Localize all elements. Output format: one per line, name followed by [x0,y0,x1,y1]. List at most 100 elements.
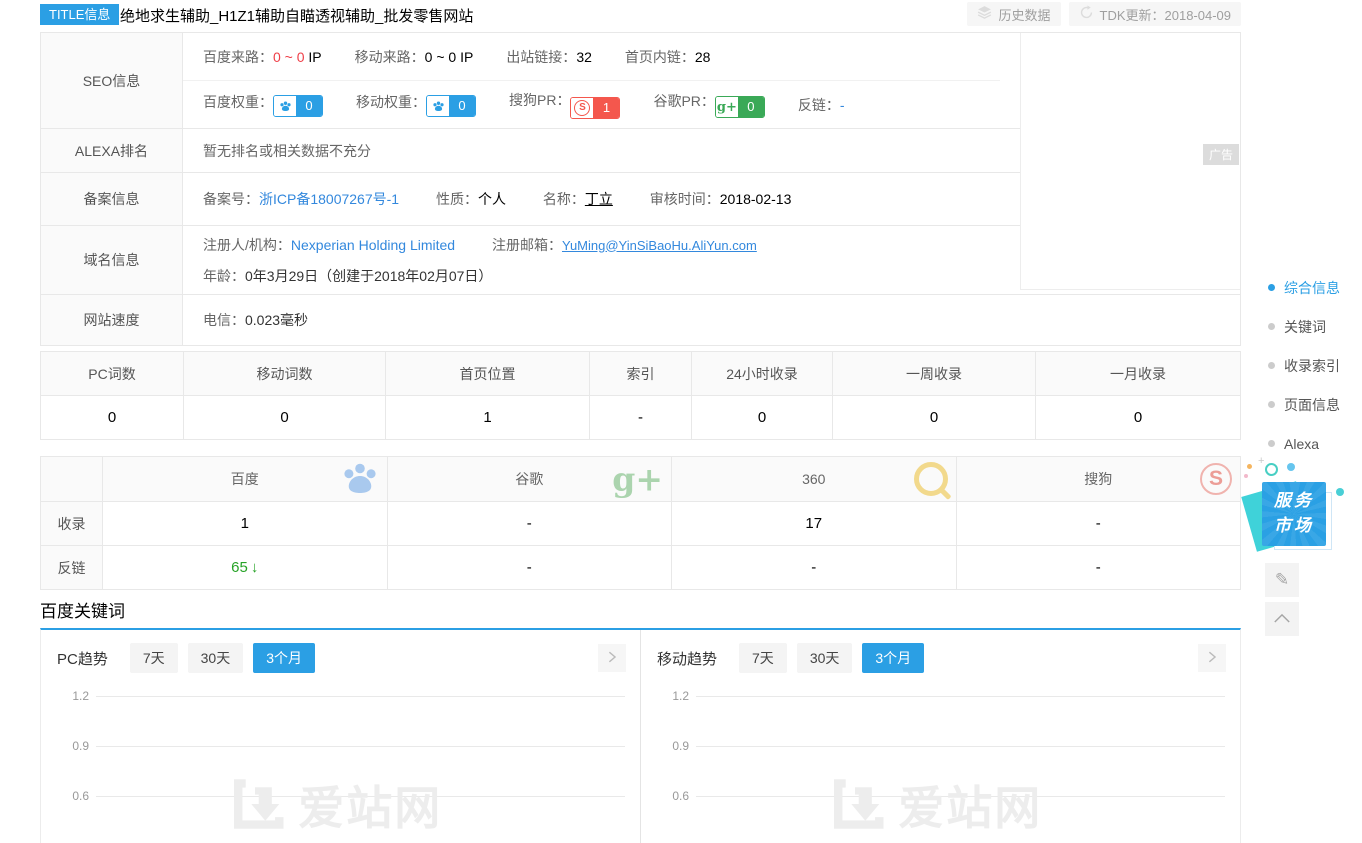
keyword-stats-table: PC词数 移动词数 首页位置 索引 24小时收录 一周收录 一月收录 0 0 1… [40,351,1241,440]
baidu-weight[interactable]: 百度权重：0 [203,92,323,117]
aizhan-logo-icon [230,776,286,835]
stats-val-week: 0 [833,396,1036,439]
nav-item-label: 关键词 [1284,317,1326,337]
outbound-links: 出站链接：32 [506,47,592,67]
service-market-badge[interactable]: 服务 市场 [1262,482,1326,546]
nav-item-page-info[interactable]: 页面信息 [1268,394,1340,415]
row-label-icp: 备案信息 [41,173,183,225]
mobile-period-30d-button[interactable]: 30天 [797,643,853,673]
mobile-period-3m-button[interactable]: 3个月 [862,643,924,673]
nav-item-alexa[interactable]: Alexa [1268,433,1340,454]
register-email[interactable]: 注册邮箱：YuMing@YinSiBaoHu.AliYun.com [492,237,757,253]
pc-trend-next-button[interactable] [598,644,626,672]
search-engine-table: 百度 谷歌 g+ 360 搜狗 S 收录 1 - 17 - 反链 65 ↓ - [40,456,1241,590]
registrant[interactable]: 注册人/机构：Nexperian Holding Limited [203,237,455,253]
service-market-widget[interactable]: + 服务 市场 [1244,455,1356,565]
decor-dot-icon [1247,464,1252,469]
speed-text: 电信：0.023毫秒 [203,310,1240,330]
bullet-dot-icon [1268,323,1275,330]
stats-val-home-position: 1 [386,396,590,439]
pc-trend-title: PC趋势 [57,648,108,669]
stats-val-index: - [590,396,692,439]
register-email-link[interactable]: YuMing@YinSiBaoHu.AliYun.com [562,238,757,253]
baidu-index-value[interactable]: 1 [103,502,388,545]
stats-val-24h: 0 [692,396,833,439]
stats-val-mobile-words: 0 [184,396,386,439]
google-plus-icon: g+ [716,97,738,117]
mobile-period-7d-button[interactable]: 7天 [739,643,787,673]
pc-ytick-2: 0.9 [49,739,89,753]
sogou-s-icon: S [1200,463,1232,495]
bullet-dot-icon [1268,401,1275,408]
baidu-paw-icon [341,460,379,499]
google-pr-badge: g+0 [715,96,765,118]
baidu-paw-icon [274,96,296,116]
engine-backlink-row: 反链 65 ↓ - - - [41,546,1240,589]
mobile-ytick-1: 1.2 [649,689,689,703]
stats-col-week: 一周收录 [833,352,1036,395]
stats-col-24h: 24小时收录 [692,352,833,395]
google-plus-icon: g+ [612,463,663,496]
nav-item-index[interactable]: 收录索引 [1268,355,1340,376]
trend-charts: PC趋势 7天 30天 3个月 1.2 0.9 0.6 爱站网 移动趋势 7天 … [40,628,1241,843]
icp-audit-time: 审核时间：2018-02-13 [650,191,792,207]
backlink-row-label: 反链 [41,546,103,589]
mobile-weight[interactable]: 移动权重：0 [356,92,476,117]
icp-name[interactable]: 名称：丁立 [543,191,613,207]
stats-col-mobile-words: 移动词数 [184,352,386,395]
row-label-speed: 网站速度 [41,295,183,345]
domain-age: 年龄：0年3月29日（创建于2018年02月07日） [203,261,1000,291]
baidu-keywords-heading: 百度关键词 [40,597,125,622]
service-badge-line2: 市场 [1274,514,1314,539]
section-nav: 综合信息 关键词 收录索引 页面信息 Alexa [1268,277,1340,472]
decor-dot-icon [1244,474,1248,478]
index-row-label: 收录 [41,502,103,545]
service-badge-line1: 服务 [1274,489,1314,514]
icp-number-link[interactable]: 浙ICP备18007267号-1 [259,191,399,207]
speed-content: 电信：0.023毫秒 [183,295,1240,345]
nav-item-label: 收录索引 [1284,356,1340,376]
row-label-alexa: ALEXA排名 [41,129,183,172]
google-pr[interactable]: 谷歌PR：g+0 [653,91,764,119]
pc-period-3m-button[interactable]: 3个月 [253,643,315,673]
stats-header-row: PC词数 移动词数 首页位置 索引 24小时收录 一周收录 一月收录 [41,352,1240,396]
360-index-value[interactable]: 17 [672,502,957,545]
decor-plus-icon: + [1258,455,1264,467]
row-speed: 网站速度 电信：0.023毫秒 [41,295,1240,345]
360-backlink-value: - [672,546,957,589]
ad-placeholder: 广告 [1020,33,1240,290]
history-data-button[interactable]: 历史数据 [967,2,1060,26]
gridline [696,696,1225,697]
pc-period-30d-button[interactable]: 30天 [188,643,244,673]
seo-backlinks: 反链：- [798,95,845,115]
baidu-backlink-value[interactable]: 65 ↓ [103,546,388,589]
tdk-update-button[interactable]: TDK更新：2018-04-09 [1069,2,1242,26]
mobile-trend-panel: 移动趋势 7天 30天 3个月 1.2 0.9 0.6 爱站网 [641,630,1240,843]
page-title: 绝地求生辅助_H1Z1辅助自瞄透视辅助_批发零售网站 [120,5,473,26]
bullet-dot-icon [1268,362,1275,369]
stats-col-index: 索引 [590,352,692,395]
down-arrow-icon: ↓ [251,559,259,576]
mobile-trend-next-button[interactable] [1198,644,1226,672]
pc-period-7d-button[interactable]: 7天 [130,643,178,673]
homepage-inlinks: 首页内链：28 [625,47,711,67]
engine-col-sogou: 搜狗 S [957,457,1241,501]
pc-ytick-3: 0.6 [49,789,89,803]
sogou-pr-badge: S1 [570,97,620,119]
icp-name-link[interactable]: 丁立 [585,191,613,207]
mobile-ytick-3: 0.6 [649,789,689,803]
nav-item-overview[interactable]: 综合信息 [1268,277,1340,298]
nav-item-label: Alexa [1284,436,1319,452]
row-label-seo: SEO信息 [41,33,183,128]
registrant-link[interactable]: Nexperian Holding Limited [291,237,455,253]
icp-number[interactable]: 备案号：浙ICP备18007267号-1 [203,191,399,207]
sogou-pr[interactable]: 搜狗PR：S1 [509,90,620,119]
aizhan-watermark: 爱站网 [830,772,1042,838]
edit-button[interactable]: ✎ [1265,563,1299,597]
nav-item-keywords[interactable]: 关键词 [1268,316,1340,337]
back-to-top-button[interactable] [1265,602,1299,636]
stats-col-home-position: 首页位置 [386,352,590,395]
baidu-mobile-paw-badge: 0 [426,95,476,117]
engine-col-baidu: 百度 [103,457,388,501]
stats-col-pc-words: PC词数 [41,352,184,395]
